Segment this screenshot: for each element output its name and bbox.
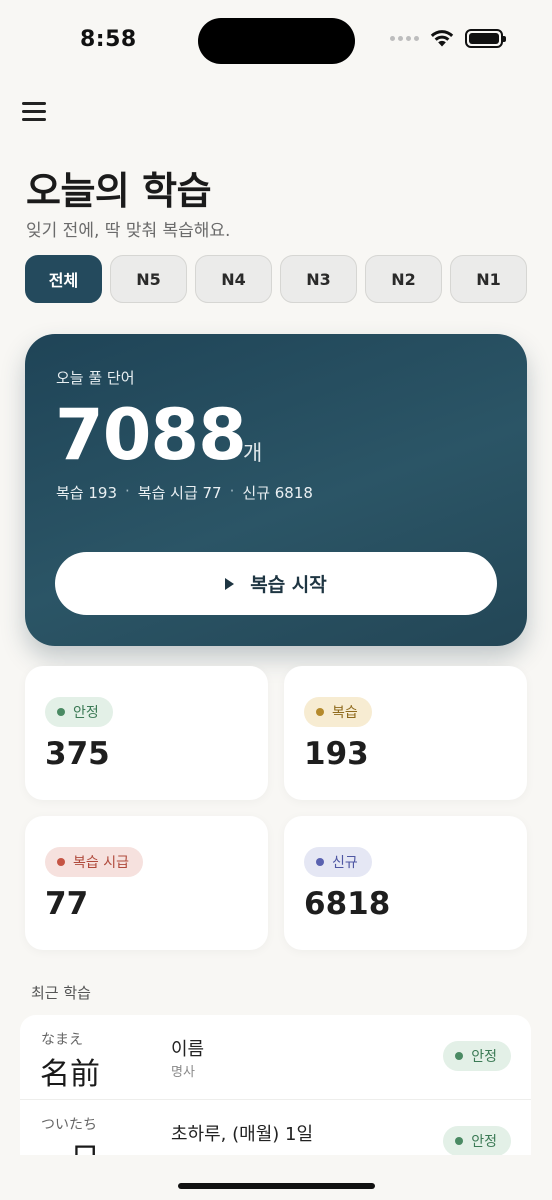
hamburger-icon[interactable] bbox=[22, 102, 50, 124]
today-label: 오늘 풀 단어 bbox=[56, 369, 135, 387]
status-icons bbox=[390, 28, 506, 48]
level-chip-all[interactable]: 전체 bbox=[25, 255, 102, 303]
word-kanji: 一日 bbox=[40, 1134, 100, 1155]
level-chip-n1[interactable]: N1 bbox=[450, 255, 527, 303]
level-chip-n2[interactable]: N2 bbox=[365, 255, 442, 303]
status-dot-icon bbox=[316, 858, 324, 866]
status-badge: 신규 bbox=[304, 847, 372, 877]
status-badge: 안정 bbox=[45, 697, 113, 727]
level-filter: 전체 N5 N4 N3 N2 N1 bbox=[25, 255, 527, 303]
stat-value: 193 bbox=[304, 736, 369, 772]
today-summary-card: 오늘 풀 단어 7088 개 복습 193 · 복습 시급 77 · 신규 68… bbox=[25, 334, 527, 646]
page-title: 오늘의 학습 bbox=[26, 169, 212, 213]
separator-dot: · bbox=[125, 482, 130, 500]
status-badge: 안정 bbox=[443, 1126, 511, 1155]
level-chip-n4[interactable]: N4 bbox=[195, 255, 272, 303]
level-chip-n5[interactable]: N5 bbox=[110, 255, 187, 303]
cellular-signal-icon bbox=[390, 35, 419, 41]
breakdown-review: 복습 193 bbox=[56, 484, 117, 502]
breakdown-new: 신규 6818 bbox=[242, 484, 313, 502]
word-meaning: 초하루, (매월) 1일 bbox=[171, 1124, 314, 1145]
status-badge-label: 복습 시급 bbox=[73, 855, 129, 871]
start-review-label: 복습 시작 bbox=[250, 574, 327, 596]
list-item[interactable]: ついたち 一日 초하루, (매월) 1일 안정 bbox=[20, 1099, 531, 1155]
status-dot-icon bbox=[455, 1137, 464, 1145]
separator-dot: · bbox=[229, 482, 235, 500]
today-breakdown: 복습 193 · 복습 시급 77 · 신규 6818 bbox=[56, 482, 313, 503]
stat-value: 6818 bbox=[304, 886, 391, 922]
battery-icon bbox=[465, 28, 506, 48]
status-bar: 8:58 bbox=[0, 0, 552, 80]
status-time: 8:58 bbox=[80, 27, 137, 52]
status-badge-label: 안정 bbox=[471, 1049, 497, 1065]
status-badge-label: 신규 bbox=[332, 855, 358, 871]
list-item[interactable]: なまえ 名前 이름 명사 안정 bbox=[20, 1015, 531, 1099]
status-dot-icon bbox=[57, 858, 65, 866]
status-badge: 복습 시급 bbox=[45, 847, 143, 877]
status-badge-label: 안정 bbox=[471, 1134, 497, 1150]
start-review-button[interactable]: 복습 시작 bbox=[55, 552, 497, 615]
level-chip-n3[interactable]: N3 bbox=[280, 255, 357, 303]
status-dot-icon bbox=[455, 1052, 464, 1060]
today-unit: 개 bbox=[243, 441, 263, 465]
word-part-of-speech: 명사 bbox=[171, 1065, 195, 1080]
today-count: 7088 bbox=[55, 394, 247, 476]
play-icon bbox=[225, 577, 235, 590]
breakdown-urgent: 복습 시급 77 bbox=[137, 484, 222, 502]
wifi-icon bbox=[430, 30, 454, 47]
status-dot-icon bbox=[57, 708, 65, 716]
status-badge-label: 안정 bbox=[73, 705, 99, 721]
stat-card-new[interactable]: 신규 6818 bbox=[284, 816, 527, 950]
stat-value: 375 bbox=[45, 736, 110, 772]
status-badge-label: 복습 bbox=[332, 705, 358, 721]
stat-card-stable[interactable]: 안정 375 bbox=[25, 666, 268, 800]
word-reading: ついたち bbox=[41, 1117, 97, 1133]
status-badge: 안정 bbox=[443, 1041, 511, 1071]
recent-list: なまえ 名前 이름 명사 안정 ついたち 一日 초하루, (매월) 1일 안정 bbox=[20, 1015, 531, 1155]
dynamic-island bbox=[198, 18, 355, 64]
word-kanji: 名前 bbox=[40, 1057, 100, 1092]
page-subtitle: 잊기 전에, 딱 맞춰 복습해요. bbox=[26, 221, 231, 241]
word-reading: なまえ bbox=[41, 1032, 83, 1048]
status-badge: 복습 bbox=[304, 697, 372, 727]
word-meaning: 이름 bbox=[171, 1039, 205, 1060]
stat-card-urgent[interactable]: 복습 시급 77 bbox=[25, 816, 268, 950]
status-dot-icon bbox=[316, 708, 324, 716]
home-indicator[interactable] bbox=[178, 1183, 375, 1189]
recent-section-title: 최근 학습 bbox=[31, 984, 91, 1002]
stat-value: 77 bbox=[45, 886, 89, 922]
stat-card-review[interactable]: 복습 193 bbox=[284, 666, 527, 800]
